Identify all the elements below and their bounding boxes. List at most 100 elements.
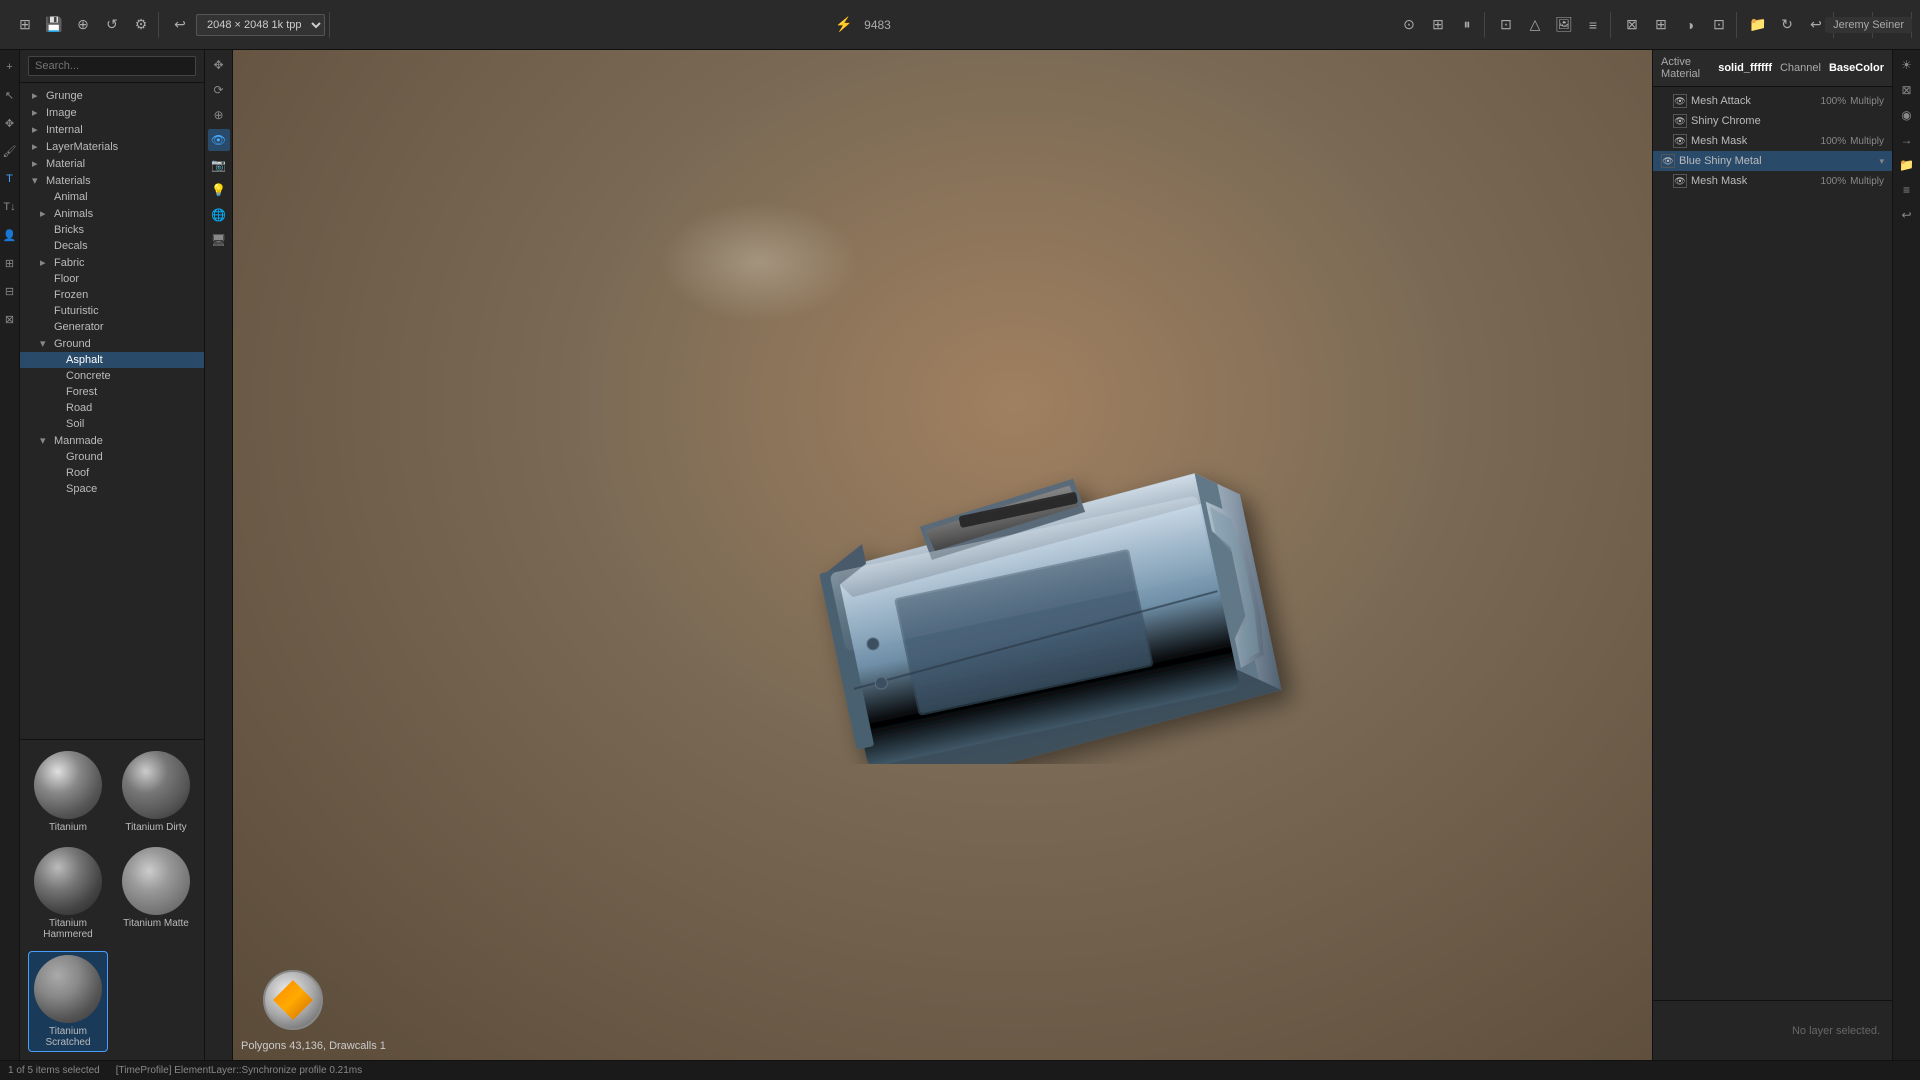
render2-btn[interactable]: ⊞ — [1648, 12, 1674, 38]
grid3-icon[interactable]: ⊠ — [1, 306, 19, 332]
tree-item-decals[interactable]: Decals — [20, 238, 204, 254]
layer-item-layer5[interactable]: 👁 Mesh Mask 100%Multiply — [1653, 171, 1892, 191]
tree-arrow-materials: ▾ — [32, 174, 42, 187]
render3-btn[interactable]: ◑ — [1677, 12, 1703, 38]
text-icon[interactable]: T↓ — [1, 194, 19, 220]
mat-thumb-titanium-dirty[interactable]: Titanium Dirty — [116, 748, 196, 836]
tree-item-generator[interactable]: Generator — [20, 319, 204, 335]
rs-layers-icon[interactable]: ≡ — [1896, 179, 1918, 201]
no-layer-text: No layer selected. — [1792, 1025, 1880, 1037]
tree-item-manmade-ground[interactable]: Ground — [20, 449, 204, 465]
tree-label-fabric: Fabric — [54, 257, 85, 269]
mat-name-titanium-dirty: Titanium Dirty — [125, 822, 186, 833]
vp-scale-tool[interactable]: ⊕ — [208, 104, 230, 126]
tree-item-internal[interactable]: ▸ Internal — [20, 121, 204, 138]
layer1-btn[interactable]: 📁 — [1745, 12, 1771, 38]
rs-grid-icon[interactable]: ⊠ — [1896, 79, 1918, 101]
mat-thumb-titanium[interactable]: Titanium — [28, 748, 108, 836]
mat-thumb-titanium-scratched[interactable]: Titanium Scratched — [28, 951, 108, 1052]
tree-item-bricks[interactable]: Bricks — [20, 222, 204, 238]
mat-thumb-titanium-hammered[interactable]: Titanium Hammered — [28, 844, 108, 943]
view1-btn[interactable]: ⊡ — [1493, 12, 1519, 38]
grid2-icon[interactable]: ⊟ — [1, 278, 19, 304]
material-icon[interactable]: T — [1, 166, 19, 192]
tree-label-soil: Soil — [66, 418, 84, 430]
layer-item-layer4[interactable]: 👁 Blue Shiny Metal ▾ — [1653, 151, 1892, 171]
vp-move-tool[interactable]: ✥ — [208, 54, 230, 76]
user-label: Jeremy Seiner — [1825, 17, 1912, 33]
vp-render-tool[interactable]: 📷 — [208, 154, 230, 176]
brush-icon[interactable]: 🖌 — [1, 138, 19, 164]
tree-item-forest[interactable]: Forest — [20, 384, 204, 400]
tree-item-soil[interactable]: Soil — [20, 416, 204, 432]
pause-btn[interactable]: ⏸ — [1454, 12, 1480, 38]
vp-camera-tool[interactable]: 👁 — [208, 129, 230, 151]
rs-sun-icon[interactable]: ☀ — [1896, 54, 1918, 76]
layer-vis-layer2[interactable]: 👁 — [1673, 114, 1687, 128]
rs-circle-icon[interactable]: ◉ — [1896, 104, 1918, 126]
move-btn[interactable]: ⊙ — [1396, 12, 1422, 38]
add-icon[interactable]: + — [1, 54, 19, 80]
layer-name-layer3: Mesh Mask — [1691, 135, 1817, 147]
tree-item-frozen[interactable]: Frozen — [20, 287, 204, 303]
view3-btn[interactable]: 🖼 — [1551, 12, 1577, 38]
layer-item-layer1[interactable]: 👁 Mesh Attack 100%Multiply — [1653, 91, 1892, 111]
tree-item-layermaterials[interactable]: ▸ LayerMaterials — [20, 138, 204, 155]
undo-tools: ↩ 2048 × 2048 1k tpp — [163, 12, 330, 38]
vp-rotate-tool[interactable]: ⟳ — [208, 79, 230, 101]
layer-vis-layer1[interactable]: 👁 — [1673, 94, 1687, 108]
resolution-select[interactable]: 2048 × 2048 1k tpp — [196, 14, 325, 36]
tool4-btn[interactable]: ↺ — [99, 12, 125, 38]
undo-btn[interactable]: ↩ — [167, 12, 193, 38]
grid-btn[interactable]: ⊞ — [12, 12, 38, 38]
layer-vis-layer3[interactable]: 👁 — [1673, 134, 1687, 148]
rs-folder-icon[interactable]: 📁 — [1896, 154, 1918, 176]
tree-item-image[interactable]: ▸ Image — [20, 104, 204, 121]
view4-btn[interactable]: ≡ — [1580, 12, 1606, 38]
mat-thumb-titanium-matte[interactable]: Titanium Matte — [116, 844, 196, 943]
render1-btn[interactable]: ⊠ — [1619, 12, 1645, 38]
tree-item-animals[interactable]: ▸ Animals — [20, 205, 204, 222]
table-icon[interactable]: ⊞ — [1, 250, 19, 276]
layer-vis-layer5[interactable]: 👁 — [1673, 174, 1687, 188]
settings-btn[interactable]: ⚙ — [128, 12, 154, 38]
tree-item-futuristic[interactable]: Futuristic — [20, 303, 204, 319]
layer-item-layer2[interactable]: 👁 Shiny Chrome — [1653, 111, 1892, 131]
user-icon[interactable]: 👤 — [1, 222, 19, 248]
layer-item-layer3[interactable]: 👁 Mesh Mask 100%Multiply — [1653, 131, 1892, 151]
cursor-icon[interactable]: ↖ — [1, 82, 19, 108]
tree-item-material[interactable]: ▸ Material — [20, 155, 204, 172]
tree-item-animal[interactable]: Animal — [20, 189, 204, 205]
tree-item-asphalt[interactable]: Asphalt — [20, 352, 204, 368]
render4-btn[interactable]: ⊡ — [1706, 12, 1732, 38]
profile-info-text: [TimeProfile] ElementLayer::Synchronize … — [116, 1065, 362, 1076]
rotate-btn[interactable]: ⊞ — [1425, 12, 1451, 38]
vp-monitor-tool[interactable]: 🖥 — [208, 229, 230, 251]
view2-btn[interactable]: △ — [1522, 12, 1548, 38]
layer2-btn[interactable]: ↻ — [1774, 12, 1800, 38]
vp-env-tool[interactable]: 🌐 — [208, 204, 230, 226]
tool3-btn[interactable]: ⊕ — [70, 12, 96, 38]
tree-label-animal: Animal — [54, 191, 88, 203]
center-tools: ⚡ 9483 — [827, 12, 895, 38]
search-input[interactable] — [28, 56, 196, 76]
save-btn[interactable]: 💾 — [41, 12, 67, 38]
tree-item-grunge[interactable]: ▸ Grunge — [20, 87, 204, 104]
rs-back-icon[interactable]: ↩ — [1896, 204, 1918, 226]
tree-item-road[interactable]: Road — [20, 400, 204, 416]
tree-item-space[interactable]: Space — [20, 481, 204, 497]
tree-item-manmade[interactable]: ▾ Manmade — [20, 432, 204, 449]
layer-vis-layer4[interactable]: 👁 — [1661, 154, 1675, 168]
tree-item-roof[interactable]: Roof — [20, 465, 204, 481]
move-icon[interactable]: ✥ — [1, 110, 19, 136]
tree-item-floor[interactable]: Floor — [20, 271, 204, 287]
viewport[interactable]: Polygons 43,136, Drawcalls 1 — [233, 50, 1652, 1060]
tree-item-concrete[interactable]: Concrete — [20, 368, 204, 384]
layer-pct-layer1: 100% — [1821, 96, 1847, 107]
tree-item-materials[interactable]: ▾ Materials — [20, 172, 204, 189]
vp-light-tool[interactable]: 💡 — [208, 179, 230, 201]
right-strip: ☀ ⊠ ◉ → 📁 ≡ ↩ — [1892, 50, 1920, 1060]
tree-item-ground[interactable]: ▾ Ground — [20, 335, 204, 352]
tree-item-fabric[interactable]: ▸ Fabric — [20, 254, 204, 271]
rs-arrow-icon[interactable]: → — [1896, 129, 1918, 151]
